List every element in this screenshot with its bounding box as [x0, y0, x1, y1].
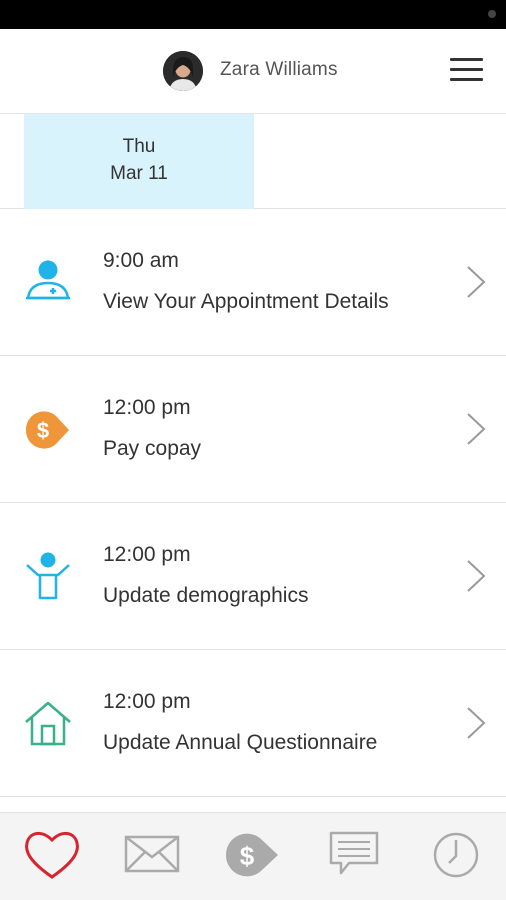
avatar[interactable] — [163, 51, 203, 91]
task-title: Update demographics — [103, 584, 309, 607]
task-row-pay-copay[interactable]: $ 12:00 pm Pay copay — [0, 356, 506, 503]
date-tab-selected[interactable]: Thu Mar 11 — [24, 114, 254, 209]
clock-icon[interactable] — [425, 827, 487, 883]
house-icon — [25, 701, 71, 746]
date-month-day: Mar 11 — [110, 163, 168, 184]
task-time: 12:00 pm — [103, 396, 191, 419]
chevron-right-icon — [467, 413, 486, 445]
task-title: Pay copay — [103, 437, 202, 460]
heart-icon[interactable] — [21, 827, 83, 883]
chevron-right-icon — [467, 707, 486, 739]
task-row-demographics[interactable]: 12:00 pm Update demographics — [0, 503, 506, 650]
task-list: 9:00 am View Your Appointment Details $ … — [0, 209, 506, 797]
date-strip: Thu Mar 11 — [0, 114, 506, 209]
appointment-person-icon — [26, 260, 70, 300]
chevron-right-icon — [467, 266, 486, 298]
menu-button[interactable] — [448, 55, 484, 85]
dollar-tag-icon: $ — [25, 411, 70, 449]
task-row-appointment[interactable]: 9:00 am View Your Appointment Details — [0, 209, 506, 356]
status-bar — [0, 0, 506, 29]
hamburger-icon — [450, 58, 483, 61]
task-time: 12:00 pm — [103, 543, 191, 566]
hamburger-icon-line — [450, 68, 483, 71]
user-name: Zara Williams — [220, 59, 338, 80]
date-day: Thu — [122, 136, 156, 157]
dollar-tag-icon[interactable]: $ — [222, 827, 284, 883]
person-arms-up-icon — [26, 552, 70, 600]
task-time: 9:00 am — [103, 249, 179, 272]
svg-text:$: $ — [240, 841, 255, 871]
task-title: Update Annual Questionnaire — [103, 731, 378, 754]
hamburger-icon-line — [450, 78, 483, 81]
app-header: Zara Williams — [0, 29, 506, 114]
task-title: View Your Appointment Details — [103, 290, 389, 313]
mail-icon[interactable] — [121, 827, 183, 883]
task-time: 12:00 pm — [103, 690, 191, 713]
status-indicator-icon — [488, 10, 496, 18]
chat-icon[interactable] — [323, 827, 385, 883]
task-row-questionnaire[interactable]: 12:00 pm Update Annual Questionnaire — [0, 650, 506, 797]
svg-text:$: $ — [37, 418, 49, 443]
bottom-tab-bar: $ — [0, 812, 506, 900]
chevron-right-icon — [467, 560, 486, 592]
